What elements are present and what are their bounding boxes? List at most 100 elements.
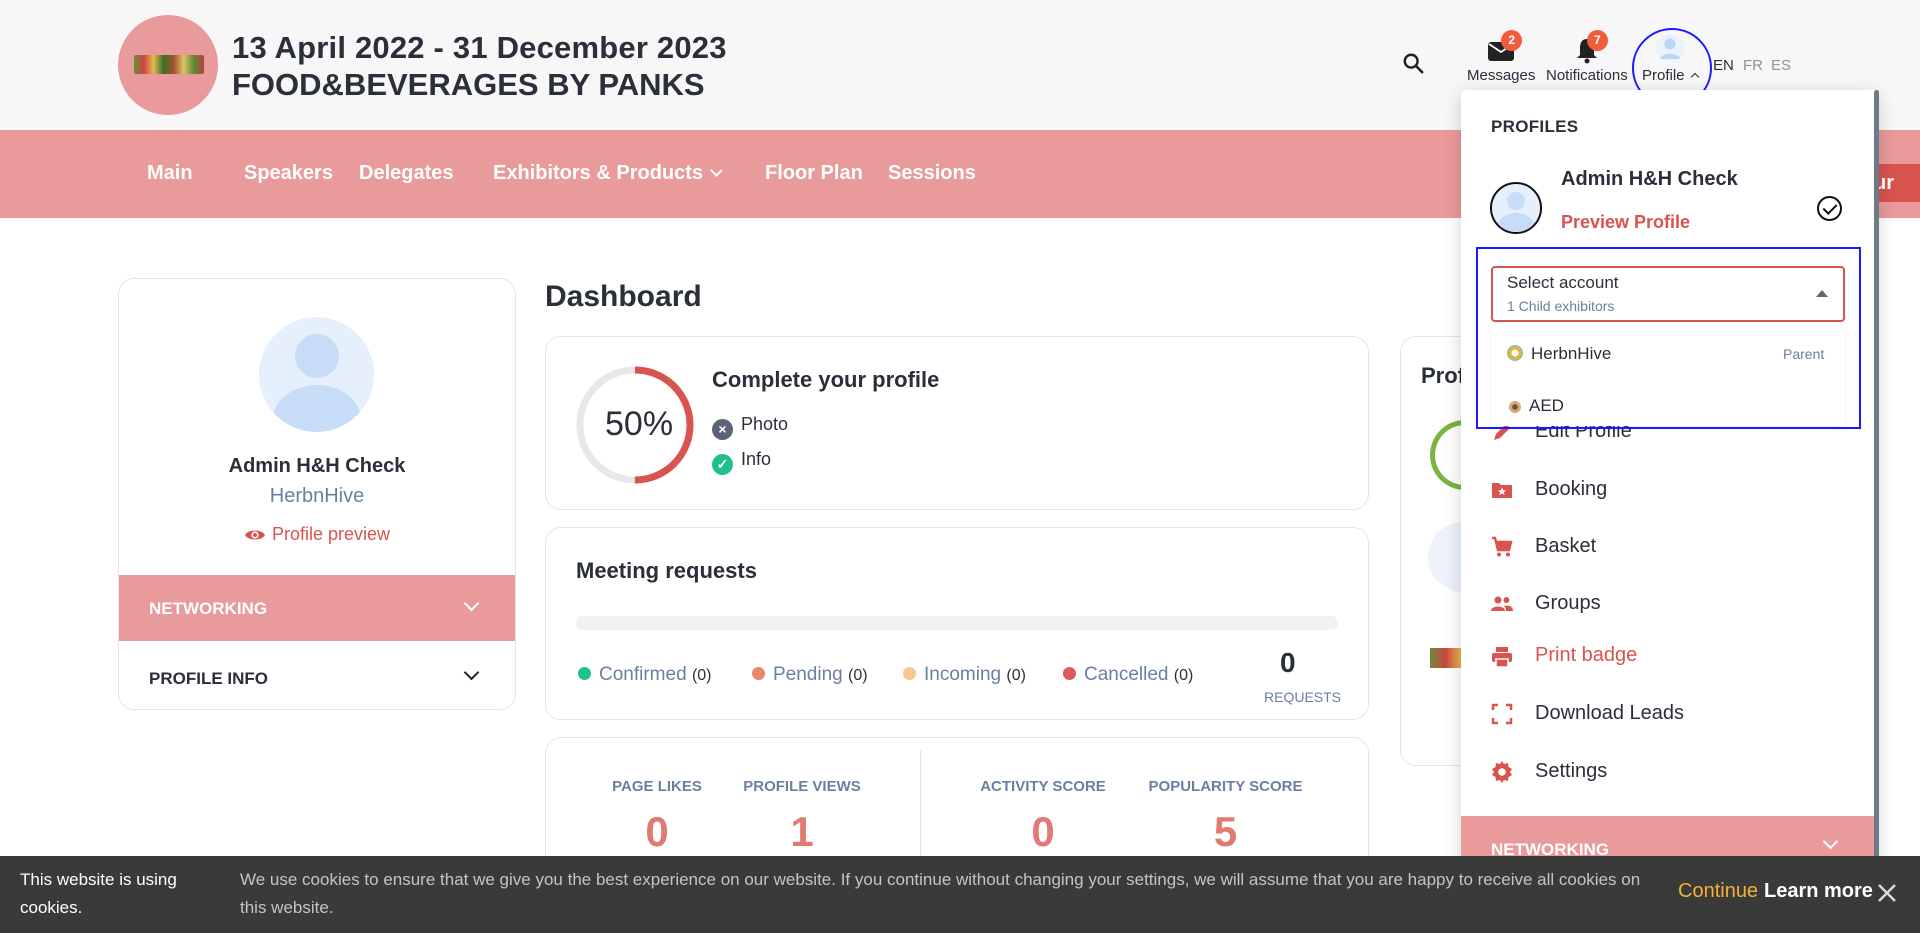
cookie-continue-button[interactable]: Continue (1678, 880, 1758, 903)
panel-scrollbar[interactable] (1874, 90, 1879, 880)
messages-button[interactable]: 2 Messages (1467, 30, 1535, 84)
check-circle-icon: ✓ (712, 454, 733, 475)
nav-delegates[interactable]: Delegates (359, 162, 454, 185)
notifications-badge: 7 (1586, 30, 1608, 51)
profile-progress-text: 50% (605, 405, 674, 443)
checklist-item-photo: × Photo (712, 414, 788, 440)
check-circle-icon (1817, 196, 1842, 221)
nav-main[interactable]: Main (147, 162, 193, 185)
stat-value-page-likes: 0 (645, 808, 669, 855)
status-label: Incoming (924, 664, 1002, 685)
nav-speakers[interactable]: Speakers (244, 162, 333, 185)
networking-section[interactable]: NETWORKING (119, 575, 515, 641)
profile-info-label: PROFILE INFO (149, 669, 268, 688)
nav-floor-plan[interactable]: Floor Plan (765, 162, 863, 185)
status-label: Cancelled (1084, 664, 1169, 685)
status-label: Confirmed (599, 664, 687, 685)
bell-icon: 7 (1572, 30, 1608, 64)
networking-label: NETWORKING (149, 599, 268, 618)
event-dates: 13 April 2022 - 31 December 2023 (232, 30, 727, 65)
gear-icon (1492, 761, 1512, 783)
profiles-heading: PROFILES (1491, 117, 1579, 136)
menu-item-groups[interactable]: Groups (1535, 592, 1601, 615)
cookie-title: This website is using cookies. (20, 870, 177, 917)
status-dot (578, 667, 591, 680)
envelope-icon: 2 (1486, 30, 1523, 64)
lang-es[interactable]: ES (1771, 57, 1791, 74)
cookie-learn-more-link[interactable]: Learn more (1764, 880, 1873, 903)
checklist-label: Info (741, 449, 772, 469)
event-thumb-partial (1430, 648, 1461, 668)
notifications-label: Notifications (1546, 67, 1628, 84)
folder-star-icon (1492, 483, 1512, 498)
printer-icon (1492, 647, 1512, 668)
meeting-requests-bar (576, 616, 1338, 630)
status-cancelled[interactable]: Cancelled (0) (1063, 664, 1193, 686)
stat-label-page-likes: PAGE LIKES (612, 778, 702, 795)
nav-exhibitors-products[interactable]: Exhibitors & Products (493, 162, 723, 185)
checklist-label: Photo (741, 414, 789, 434)
cookie-text: We use cookies to ensure that we give yo… (240, 870, 1641, 917)
status-dot (1063, 667, 1076, 680)
status-count: (0) (848, 667, 868, 684)
meeting-requests-title: Meeting requests (576, 558, 757, 583)
menu-item-basket[interactable]: Basket (1535, 535, 1596, 558)
requests-total: 0 (1280, 647, 1296, 678)
profile-preview-link[interactable]: Profile preview (119, 524, 515, 545)
stat-label-popularity-score: POPULARITY SCORE (1148, 778, 1303, 795)
stat-label-activity-score: ACTIVITY SCORE (980, 778, 1106, 795)
search-icon[interactable] (1402, 52, 1424, 74)
stat-value-activity-score: 0 (1031, 808, 1055, 855)
menu-item-download-leads[interactable]: Download Leads (1535, 702, 1684, 725)
event-name: FOOD&BEVERAGES BY PANKS (232, 67, 705, 102)
lang-fr[interactable]: FR (1743, 57, 1763, 74)
menu-item-print-badge[interactable]: Print badge (1535, 644, 1637, 667)
checklist-item-info: ✓ Info (712, 449, 771, 475)
page-title: Dashboard (545, 280, 702, 313)
lang-en[interactable]: EN (1713, 57, 1734, 74)
group-icon (1491, 596, 1513, 611)
stats-divider (920, 750, 921, 860)
status-label: Pending (773, 664, 843, 685)
messages-badge: 2 (1501, 30, 1523, 51)
cookie-banner: This website is using cookies. We use co… (0, 856, 1920, 933)
chevron-down-icon (463, 664, 480, 681)
status-pending[interactable]: Pending (0) (752, 664, 868, 686)
status-incoming[interactable]: Incoming (0) (903, 664, 1026, 686)
status-confirmed[interactable]: Confirmed (0) (578, 664, 712, 686)
status-count: (0) (1006, 667, 1026, 684)
event-logo-image (134, 55, 204, 74)
stat-value-popularity-score: 5 (1213, 808, 1238, 855)
eye-icon (244, 530, 265, 540)
nav-exhibitors-label: Exhibitors & Products (493, 162, 704, 184)
status-dot (903, 667, 916, 680)
profile-menu-name: Admin H&H Check (1561, 168, 1738, 190)
notifications-button[interactable]: 7 Notifications (1546, 30, 1628, 84)
stat-label-profile-views: PROFILE VIEWS (743, 778, 861, 795)
close-icon[interactable] (1876, 882, 1898, 904)
messages-label: Messages (1467, 67, 1536, 84)
profile-preview-label: Profile preview (271, 524, 391, 544)
status-count: (0) (1173, 667, 1194, 684)
chevron-down-icon (1822, 833, 1839, 850)
requests-label: REQUESTS (1264, 689, 1342, 705)
nav-sessions[interactable]: Sessions (888, 162, 976, 185)
right-card-title: Prof (1421, 363, 1465, 388)
menu-item-settings[interactable]: Settings (1535, 760, 1607, 783)
menu-item-booking[interactable]: Booking (1535, 478, 1607, 501)
status-count: (0) (691, 667, 712, 684)
profile-sidebar-card: Admin H&H Check HerbnHive Profile previe… (118, 278, 516, 710)
status-dot (752, 667, 765, 680)
avatar (259, 317, 374, 432)
complete-profile-title: Complete your profile (712, 367, 940, 392)
profile-company[interactable]: HerbnHive (119, 485, 515, 508)
x-circle-icon: × (712, 419, 733, 440)
stat-value-profile-views: 1 (790, 808, 814, 855)
avatar (1490, 182, 1542, 234)
profile-name: Admin H&H Check (228, 455, 406, 477)
chevron-down-icon (463, 595, 480, 612)
cart-icon (1492, 536, 1513, 557)
profile-info-section[interactable]: PROFILE INFO (119, 641, 515, 709)
chevron-down-icon (710, 164, 723, 177)
preview-profile-link[interactable]: Preview Profile (1561, 212, 1690, 233)
